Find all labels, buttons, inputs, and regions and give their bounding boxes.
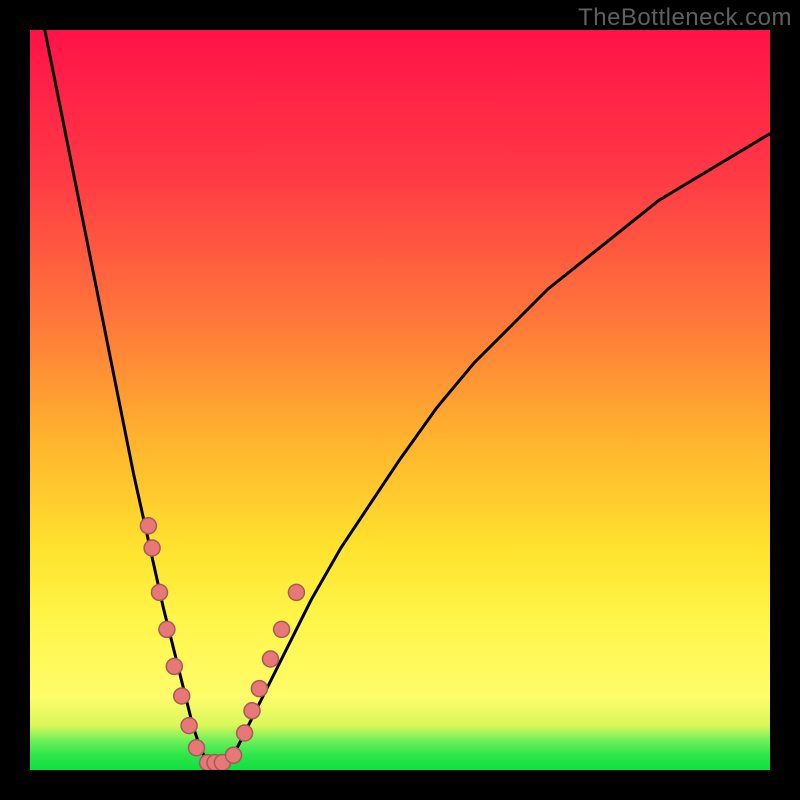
marker-point	[166, 658, 182, 674]
marker-point	[181, 718, 197, 734]
attribution-text: TheBottleneck.com	[578, 4, 792, 32]
curve-line	[30, 30, 770, 770]
plot-area	[30, 30, 770, 770]
marker-point	[274, 621, 290, 637]
chart-frame: TheBottleneck.com	[0, 0, 800, 800]
marker-point	[140, 518, 156, 534]
marker-point	[237, 725, 253, 741]
marker-point	[251, 681, 267, 697]
marker-point	[144, 540, 160, 556]
marker-point	[159, 621, 175, 637]
marker-point	[152, 584, 168, 600]
marker-point	[263, 651, 279, 667]
marker-point	[189, 740, 205, 756]
sample-markers	[140, 518, 304, 770]
bottleneck-curve	[30, 30, 770, 770]
marker-point	[226, 747, 242, 763]
marker-point	[288, 584, 304, 600]
marker-point	[244, 703, 260, 719]
marker-point	[174, 688, 190, 704]
